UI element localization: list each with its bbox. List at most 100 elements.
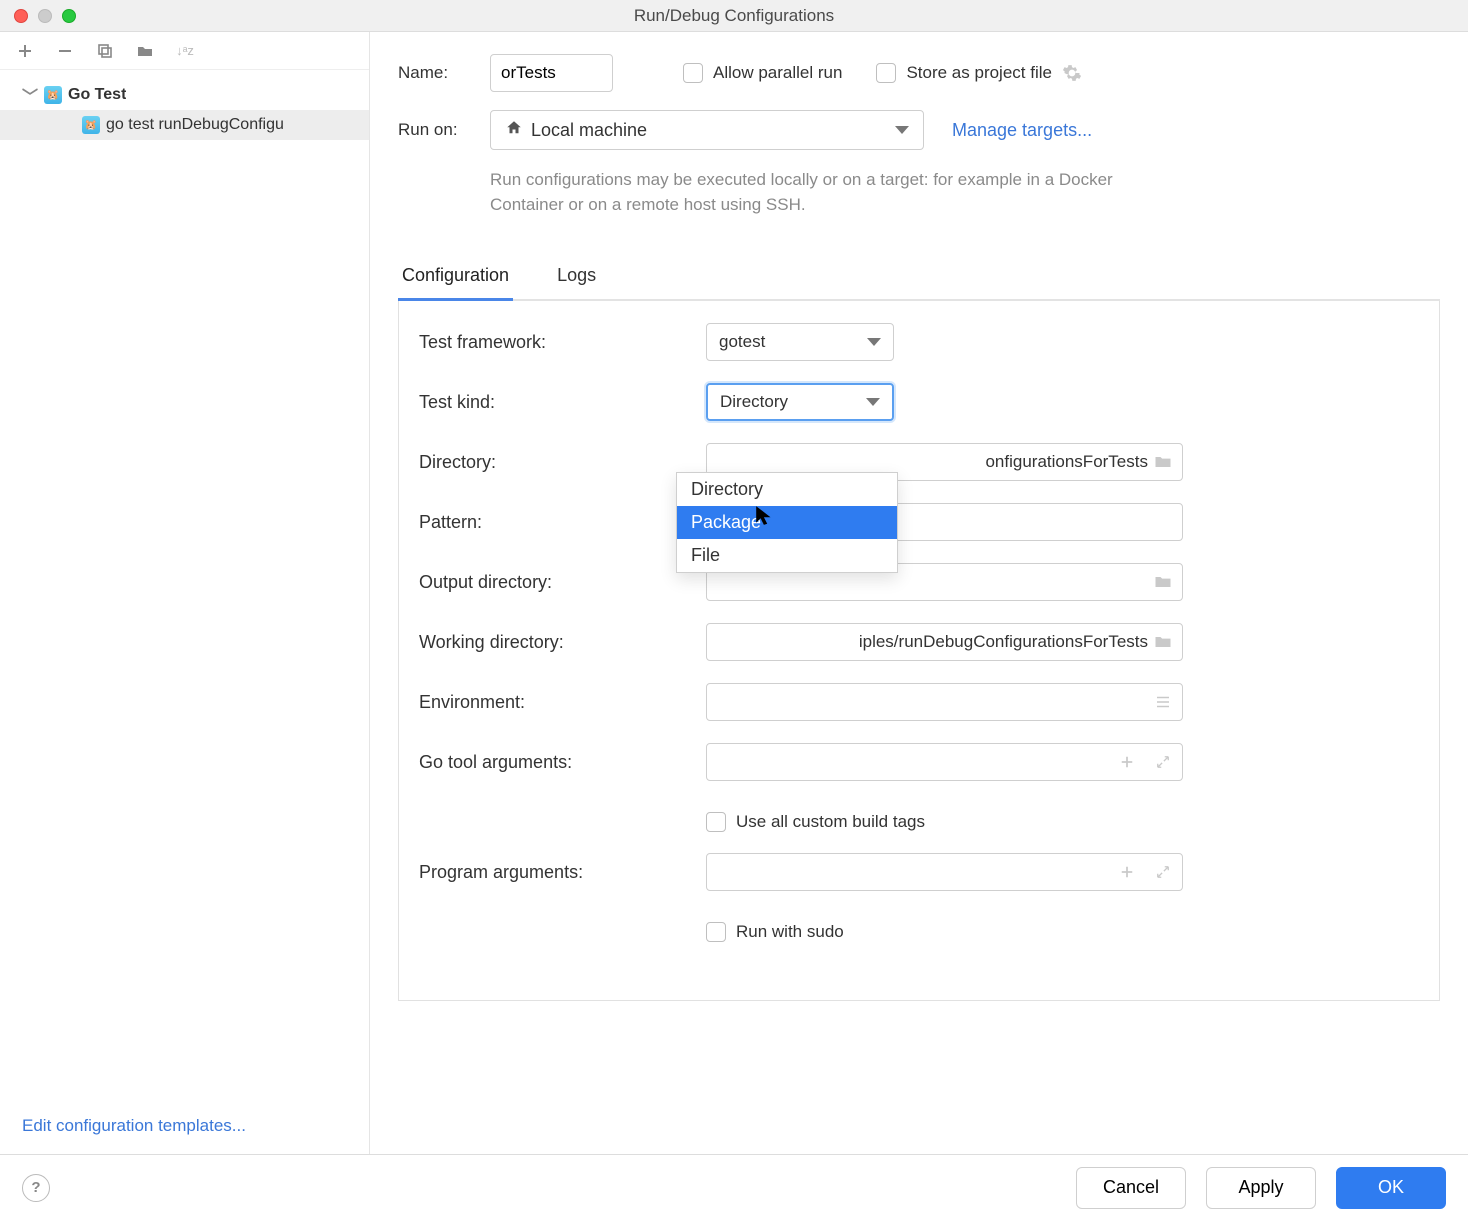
pattern-label: Pattern: [419, 512, 706, 533]
folder-icon[interactable] [136, 42, 154, 60]
list-icon[interactable] [1148, 689, 1178, 715]
run-with-sudo-row: Run with sudo [419, 913, 1419, 951]
working-directory-row: Working directory: iples/runDebugConfigu… [419, 623, 1419, 661]
allow-parallel-run-input[interactable] [683, 63, 703, 83]
content: ↓ᵃz ﹀ 🐹 Go Test 🐹 go test runDebugConfig… [0, 32, 1468, 1155]
name-row: Name: Allow parallel run Store as projec… [398, 54, 1440, 92]
bottom-bar: ? Cancel Apply OK [0, 1155, 1468, 1220]
go-tool-arguments-input[interactable] [706, 743, 1183, 781]
browse-folder-icon[interactable] [1148, 449, 1178, 475]
copy-icon[interactable] [96, 42, 114, 60]
sidebar-footer: Edit configuration templates... [0, 1104, 369, 1154]
dialog-buttons: Cancel Apply OK [1076, 1167, 1446, 1209]
test-framework-dropdown[interactable]: gotest [706, 323, 894, 361]
program-arguments-input[interactable] [706, 853, 1183, 891]
run-on-value: Local machine [531, 120, 647, 141]
test-kind-option-file[interactable]: File [677, 539, 897, 572]
chevron-down-icon: ﹀ [22, 83, 38, 107]
test-kind-option-directory[interactable]: Directory [677, 473, 897, 506]
run-on-hint: Run configurations may be executed local… [490, 168, 1190, 217]
tabs: Configuration Logs [398, 257, 1440, 301]
plus-icon[interactable] [1112, 749, 1142, 775]
store-as-project-file-input[interactable] [876, 63, 896, 83]
remove-icon[interactable] [56, 42, 74, 60]
test-framework-row: Test framework: gotest [419, 323, 1419, 361]
go-gopher-icon: 🐹 [44, 86, 62, 104]
home-icon [505, 119, 523, 142]
sidebar-toolbar: ↓ᵃz [0, 32, 369, 70]
working-directory-input[interactable]: iples/runDebugConfigurationsForTests [706, 623, 1183, 661]
apply-button[interactable]: Apply [1206, 1167, 1316, 1209]
use-all-custom-build-tags-input[interactable] [706, 812, 726, 832]
allow-parallel-run-label: Allow parallel run [713, 63, 842, 83]
titlebar: Run/Debug Configurations [0, 0, 1468, 32]
tab-logs[interactable]: Logs [553, 257, 600, 301]
test-kind-dropdown-popup: Directory Package File [676, 472, 898, 573]
caret-down-icon [895, 126, 909, 134]
caret-down-icon [867, 338, 881, 346]
go-tool-arguments-label: Go tool arguments: [419, 752, 706, 773]
test-kind-value: Directory [720, 392, 788, 412]
run-on-dropdown[interactable]: Local machine [490, 110, 924, 150]
run-with-sudo-label: Run with sudo [736, 922, 844, 942]
pattern-row: Pattern: [419, 503, 1419, 541]
environment-row: Environment: [419, 683, 1419, 721]
ok-button[interactable]: OK [1336, 1167, 1446, 1209]
output-directory-label: Output directory: [419, 572, 706, 593]
sort-alpha-icon[interactable]: ↓ᵃz [176, 42, 194, 60]
go-gopher-icon: 🐹 [82, 116, 100, 134]
use-all-custom-build-tags-checkbox[interactable]: Use all custom build tags [706, 803, 925, 841]
store-as-project-file-label: Store as project file [906, 63, 1052, 83]
allow-parallel-run-checkbox[interactable]: Allow parallel run [683, 54, 842, 92]
tree-item-go-test-config[interactable]: 🐹 go test runDebugConfigu [0, 110, 369, 140]
output-directory-row: Output directory: [419, 563, 1419, 601]
name-label: Name: [398, 63, 490, 83]
test-kind-label: Test kind: [419, 392, 706, 413]
test-framework-label: Test framework: [419, 332, 706, 353]
add-icon[interactable] [16, 42, 34, 60]
manage-targets-link[interactable]: Manage targets... [952, 120, 1092, 141]
caret-down-icon [866, 398, 880, 406]
tree-item-label: go test runDebugConfigu [106, 116, 284, 134]
expand-icon[interactable] [1148, 859, 1178, 885]
window-title: Run/Debug Configurations [0, 6, 1468, 26]
test-framework-value: gotest [719, 332, 765, 352]
working-directory-value: iples/runDebugConfigurationsForTests [719, 632, 1148, 652]
working-directory-label: Working directory: [419, 632, 706, 653]
run-with-sudo-checkbox[interactable]: Run with sudo [706, 913, 844, 951]
go-tool-arguments-row: Go tool arguments: [419, 743, 1419, 781]
run-on-label: Run on: [398, 120, 490, 140]
browse-folder-icon[interactable] [1148, 629, 1178, 655]
tab-configuration[interactable]: Configuration [398, 257, 513, 301]
use-all-custom-build-tags-label: Use all custom build tags [736, 812, 925, 832]
test-kind-dropdown[interactable]: Directory [706, 383, 894, 421]
plus-icon[interactable] [1112, 859, 1142, 885]
config-tree: ﹀ 🐹 Go Test 🐹 go test runDebugConfigu [0, 70, 369, 1104]
sidebar: ↓ᵃz ﹀ 🐹 Go Test 🐹 go test runDebugConfig… [0, 32, 370, 1154]
mouse-cursor-icon [754, 504, 776, 532]
help-button[interactable]: ? [22, 1174, 50, 1202]
environment-input[interactable] [706, 683, 1183, 721]
test-kind-option-package[interactable]: Package [677, 506, 897, 539]
program-arguments-label: Program arguments: [419, 862, 706, 883]
directory-label: Directory: [419, 452, 706, 473]
test-kind-row: Test kind: Directory [419, 383, 1419, 421]
run-on-row: Run on: Local machine Manage targets... [398, 110, 1440, 150]
directory-value: onfigurationsForTests [719, 452, 1148, 472]
configuration-tab-content: Test framework: gotest Test kind: Direct… [398, 301, 1440, 1001]
tree-group-go-test[interactable]: ﹀ 🐹 Go Test [0, 80, 369, 110]
browse-folder-icon[interactable] [1148, 569, 1178, 595]
expand-icon[interactable] [1148, 749, 1178, 775]
cancel-button[interactable]: Cancel [1076, 1167, 1186, 1209]
run-with-sudo-input[interactable] [706, 922, 726, 942]
store-as-project-file-checkbox[interactable]: Store as project file [876, 54, 1052, 92]
environment-label: Environment: [419, 692, 706, 713]
main-panel: Name: Allow parallel run Store as projec… [370, 32, 1468, 1154]
program-arguments-row: Program arguments: [419, 853, 1419, 891]
directory-row: Directory: onfigurationsForTests [419, 443, 1419, 481]
gear-icon[interactable] [1062, 63, 1082, 83]
name-input[interactable] [490, 54, 613, 92]
edit-templates-link[interactable]: Edit configuration templates... [22, 1116, 246, 1135]
use-all-custom-build-tags-row: Use all custom build tags [419, 803, 1419, 841]
tree-group-label: Go Test [68, 86, 126, 104]
